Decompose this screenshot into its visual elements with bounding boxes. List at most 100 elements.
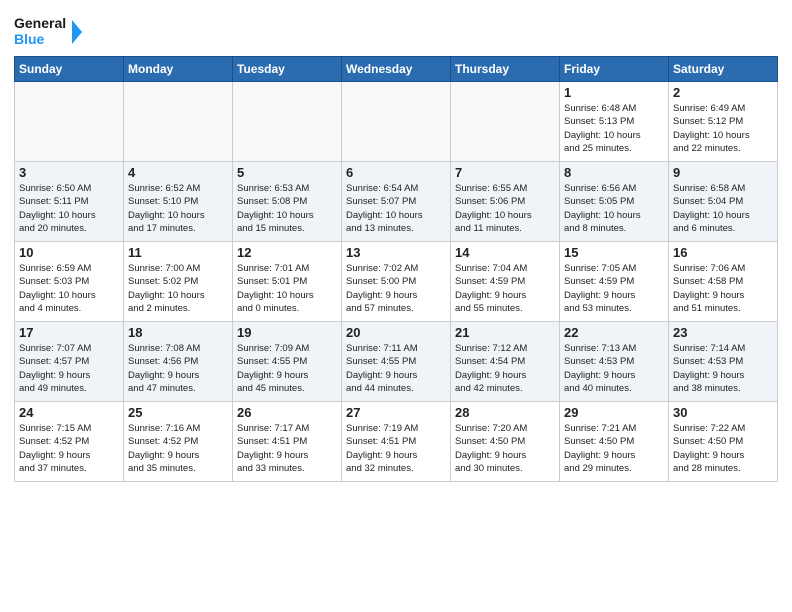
calendar-container: GeneralBlue SundayMondayTuesdayWednesday… bbox=[0, 0, 792, 488]
day-number: 1 bbox=[564, 85, 664, 100]
calendar-cell bbox=[451, 82, 560, 162]
day-number: 25 bbox=[128, 405, 228, 420]
day-number: 10 bbox=[19, 245, 119, 260]
day-number: 4 bbox=[128, 165, 228, 180]
day-info: Sunrise: 7:08 AM Sunset: 4:56 PM Dayligh… bbox=[128, 342, 228, 395]
header-day-wednesday: Wednesday bbox=[342, 57, 451, 82]
day-number: 23 bbox=[673, 325, 773, 340]
day-number: 30 bbox=[673, 405, 773, 420]
calendar-cell: 11Sunrise: 7:00 AM Sunset: 5:02 PM Dayli… bbox=[124, 242, 233, 322]
calendar-cell bbox=[233, 82, 342, 162]
day-number: 24 bbox=[19, 405, 119, 420]
day-number: 8 bbox=[564, 165, 664, 180]
day-info: Sunrise: 7:04 AM Sunset: 4:59 PM Dayligh… bbox=[455, 262, 555, 315]
day-info: Sunrise: 7:09 AM Sunset: 4:55 PM Dayligh… bbox=[237, 342, 337, 395]
day-number: 15 bbox=[564, 245, 664, 260]
day-number: 26 bbox=[237, 405, 337, 420]
calendar-cell: 2 Sunrise: 6:49 AM Sunset: 5:12 PM Daylig… bbox=[669, 82, 778, 162]
svg-text:Blue: Blue bbox=[14, 31, 45, 47]
day-info: Sunrise: 6:48 AM Sunset: 5:13 PM Dayligh… bbox=[564, 102, 664, 155]
day-info: Sunrise: 7:02 AM Sunset: 5:00 PM Dayligh… bbox=[346, 262, 446, 315]
day-number: 2 bbox=[673, 85, 773, 100]
day-number: 27 bbox=[346, 405, 446, 420]
svg-text:General: General bbox=[14, 15, 66, 31]
week-row-3: 17 Sunrise: 7:07 AM Sunset: 4:57 PM Dayli… bbox=[15, 322, 778, 402]
day-info: Sunrise: 6:49 AM Sunset: 5:12 PM Dayligh… bbox=[673, 102, 773, 155]
calendar-cell: 20 Sunrise: 7:11 AM Sunset: 4:55 PM Dayli… bbox=[342, 322, 451, 402]
calendar-cell: 19 Sunrise: 7:09 AM Sunset: 4:55 PM Dayli… bbox=[233, 322, 342, 402]
day-number: 6 bbox=[346, 165, 446, 180]
day-info: Sunrise: 6:54 AM Sunset: 5:07 PM Dayligh… bbox=[346, 182, 446, 235]
header-day-thursday: Thursday bbox=[451, 57, 560, 82]
day-info: Sunrise: 7:17 AM Sunset: 4:51 PM Dayligh… bbox=[237, 422, 337, 475]
calendar-cell bbox=[124, 82, 233, 162]
day-number: 17 bbox=[19, 325, 119, 340]
day-number: 3 bbox=[19, 165, 119, 180]
day-info: Sunrise: 6:55 AM Sunset: 5:06 PM Dayligh… bbox=[455, 182, 555, 235]
header-day-saturday: Saturday bbox=[669, 57, 778, 82]
day-info: Sunrise: 7:14 AM Sunset: 4:53 PM Dayligh… bbox=[673, 342, 773, 395]
header-day-monday: Monday bbox=[124, 57, 233, 82]
calendar-cell: 26 Sunrise: 7:17 AM Sunset: 4:51 PM Dayli… bbox=[233, 402, 342, 482]
calendar-cell: 3 Sunrise: 6:50 AM Sunset: 5:11 PM Daylig… bbox=[15, 162, 124, 242]
day-number: 29 bbox=[564, 405, 664, 420]
day-info: Sunrise: 6:50 AM Sunset: 5:11 PM Dayligh… bbox=[19, 182, 119, 235]
calendar-cell: 29 Sunrise: 7:21 AM Sunset: 4:50 PM Dayli… bbox=[560, 402, 669, 482]
day-info: Sunrise: 7:12 AM Sunset: 4:54 PM Dayligh… bbox=[455, 342, 555, 395]
header-day-tuesday: Tuesday bbox=[233, 57, 342, 82]
calendar-cell: 8Sunrise: 6:56 AM Sunset: 5:05 PM Daylig… bbox=[560, 162, 669, 242]
day-info: Sunrise: 7:01 AM Sunset: 5:01 PM Dayligh… bbox=[237, 262, 337, 315]
calendar-cell: 16 Sunrise: 7:06 AM Sunset: 4:58 PM Dayli… bbox=[669, 242, 778, 322]
day-number: 9 bbox=[673, 165, 773, 180]
day-number: 12 bbox=[237, 245, 337, 260]
calendar-cell: 27 Sunrise: 7:19 AM Sunset: 4:51 PM Dayli… bbox=[342, 402, 451, 482]
calendar-cell bbox=[342, 82, 451, 162]
logo: GeneralBlue bbox=[14, 10, 84, 52]
week-row-2: 10Sunrise: 6:59 AM Sunset: 5:03 PM Dayli… bbox=[15, 242, 778, 322]
day-info: Sunrise: 7:11 AM Sunset: 4:55 PM Dayligh… bbox=[346, 342, 446, 395]
calendar-cell: 9Sunrise: 6:58 AM Sunset: 5:04 PM Daylig… bbox=[669, 162, 778, 242]
day-number: 7 bbox=[455, 165, 555, 180]
week-row-4: 24 Sunrise: 7:15 AM Sunset: 4:52 PM Dayli… bbox=[15, 402, 778, 482]
day-number: 5 bbox=[237, 165, 337, 180]
day-info: Sunrise: 7:13 AM Sunset: 4:53 PM Dayligh… bbox=[564, 342, 664, 395]
day-number: 20 bbox=[346, 325, 446, 340]
calendar-cell: 4 Sunrise: 6:52 AM Sunset: 5:10 PM Daylig… bbox=[124, 162, 233, 242]
day-number: 28 bbox=[455, 405, 555, 420]
day-number: 22 bbox=[564, 325, 664, 340]
day-info: Sunrise: 7:20 AM Sunset: 4:50 PM Dayligh… bbox=[455, 422, 555, 475]
header: GeneralBlue bbox=[14, 10, 778, 52]
day-info: Sunrise: 7:15 AM Sunset: 4:52 PM Dayligh… bbox=[19, 422, 119, 475]
day-info: Sunrise: 7:22 AM Sunset: 4:50 PM Dayligh… bbox=[673, 422, 773, 475]
day-info: Sunrise: 7:21 AM Sunset: 4:50 PM Dayligh… bbox=[564, 422, 664, 475]
calendar-cell: 14 Sunrise: 7:04 AM Sunset: 4:59 PM Dayli… bbox=[451, 242, 560, 322]
calendar-cell: 12 Sunrise: 7:01 AM Sunset: 5:01 PM Dayli… bbox=[233, 242, 342, 322]
header-day-friday: Friday bbox=[560, 57, 669, 82]
day-info: Sunrise: 7:19 AM Sunset: 4:51 PM Dayligh… bbox=[346, 422, 446, 475]
header-day-sunday: Sunday bbox=[15, 57, 124, 82]
day-info: Sunrise: 6:53 AM Sunset: 5:08 PM Dayligh… bbox=[237, 182, 337, 235]
day-number: 13 bbox=[346, 245, 446, 260]
day-number: 21 bbox=[455, 325, 555, 340]
calendar-table: SundayMondayTuesdayWednesdayThursdayFrid… bbox=[14, 56, 778, 482]
calendar-cell: 21 Sunrise: 7:12 AM Sunset: 4:54 PM Dayli… bbox=[451, 322, 560, 402]
day-number: 19 bbox=[237, 325, 337, 340]
day-info: Sunrise: 7:00 AM Sunset: 5:02 PM Dayligh… bbox=[128, 262, 228, 315]
day-number: 14 bbox=[455, 245, 555, 260]
day-info: Sunrise: 7:16 AM Sunset: 4:52 PM Dayligh… bbox=[128, 422, 228, 475]
day-number: 16 bbox=[673, 245, 773, 260]
calendar-cell: 13 Sunrise: 7:02 AM Sunset: 5:00 PM Dayli… bbox=[342, 242, 451, 322]
header-row: SundayMondayTuesdayWednesdayThursdayFrid… bbox=[15, 57, 778, 82]
day-info: Sunrise: 7:06 AM Sunset: 4:58 PM Dayligh… bbox=[673, 262, 773, 315]
calendar-cell: 6 Sunrise: 6:54 AM Sunset: 5:07 PM Daylig… bbox=[342, 162, 451, 242]
calendar-cell: 7 Sunrise: 6:55 AM Sunset: 5:06 PM Daylig… bbox=[451, 162, 560, 242]
week-row-1: 3 Sunrise: 6:50 AM Sunset: 5:11 PM Daylig… bbox=[15, 162, 778, 242]
day-info: Sunrise: 7:05 AM Sunset: 4:59 PM Dayligh… bbox=[564, 262, 664, 315]
day-info: Sunrise: 7:07 AM Sunset: 4:57 PM Dayligh… bbox=[19, 342, 119, 395]
calendar-cell: 1 Sunrise: 6:48 AM Sunset: 5:13 PM Daylig… bbox=[560, 82, 669, 162]
calendar-cell: 28 Sunrise: 7:20 AM Sunset: 4:50 PM Dayli… bbox=[451, 402, 560, 482]
calendar-cell: 23 Sunrise: 7:14 AM Sunset: 4:53 PM Dayli… bbox=[669, 322, 778, 402]
logo-svg: GeneralBlue bbox=[14, 10, 84, 52]
calendar-cell: 10Sunrise: 6:59 AM Sunset: 5:03 PM Dayli… bbox=[15, 242, 124, 322]
day-info: Sunrise: 6:52 AM Sunset: 5:10 PM Dayligh… bbox=[128, 182, 228, 235]
